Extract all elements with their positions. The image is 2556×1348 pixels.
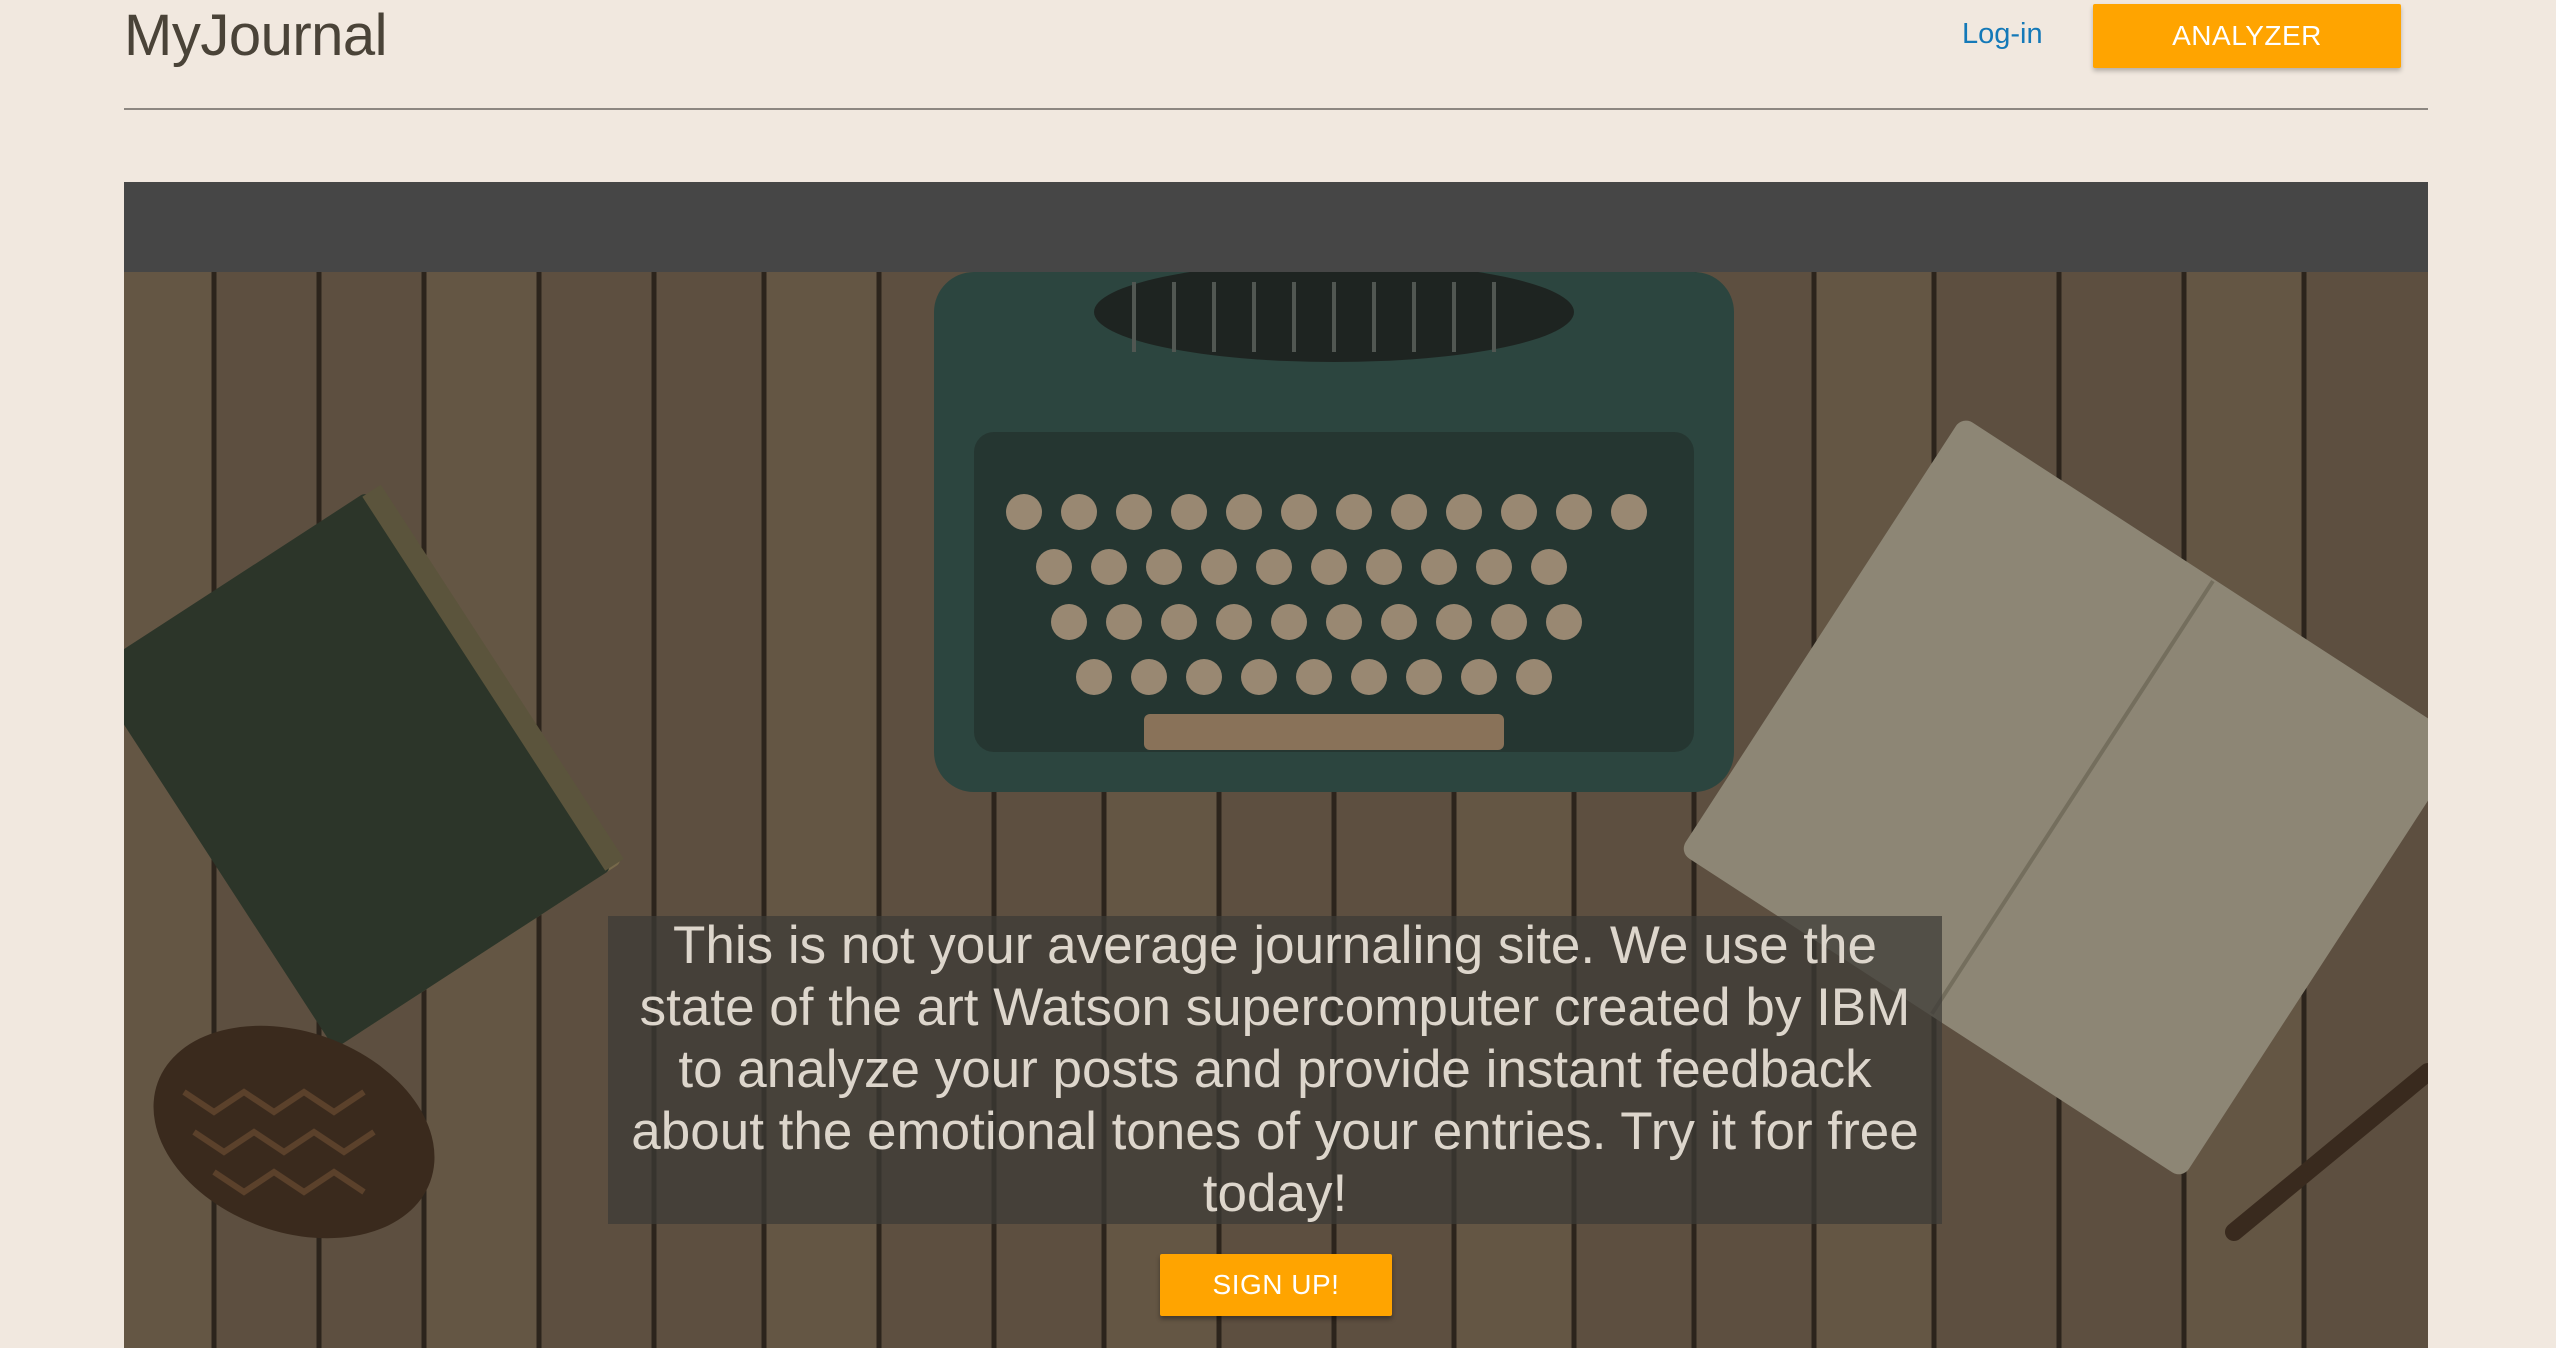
hero-section: This is not your average journaling site… xyxy=(124,272,2428,1348)
signup-button[interactable]: SIGN UP! xyxy=(1160,1254,1392,1316)
site-logo[interactable]: MyJournal xyxy=(124,2,388,69)
login-link[interactable]: Log-in xyxy=(1962,18,2043,51)
header-divider xyxy=(124,108,2428,110)
dark-banner-bar xyxy=(124,182,2428,272)
page: MyJournal Log-in ANALYZER This is not yo… xyxy=(0,0,2556,1348)
hero-description-box: This is not your average journaling site… xyxy=(608,916,1942,1224)
analyzer-button[interactable]: ANALYZER xyxy=(2093,4,2401,68)
hero-description: This is not your average journaling site… xyxy=(631,916,1919,1223)
